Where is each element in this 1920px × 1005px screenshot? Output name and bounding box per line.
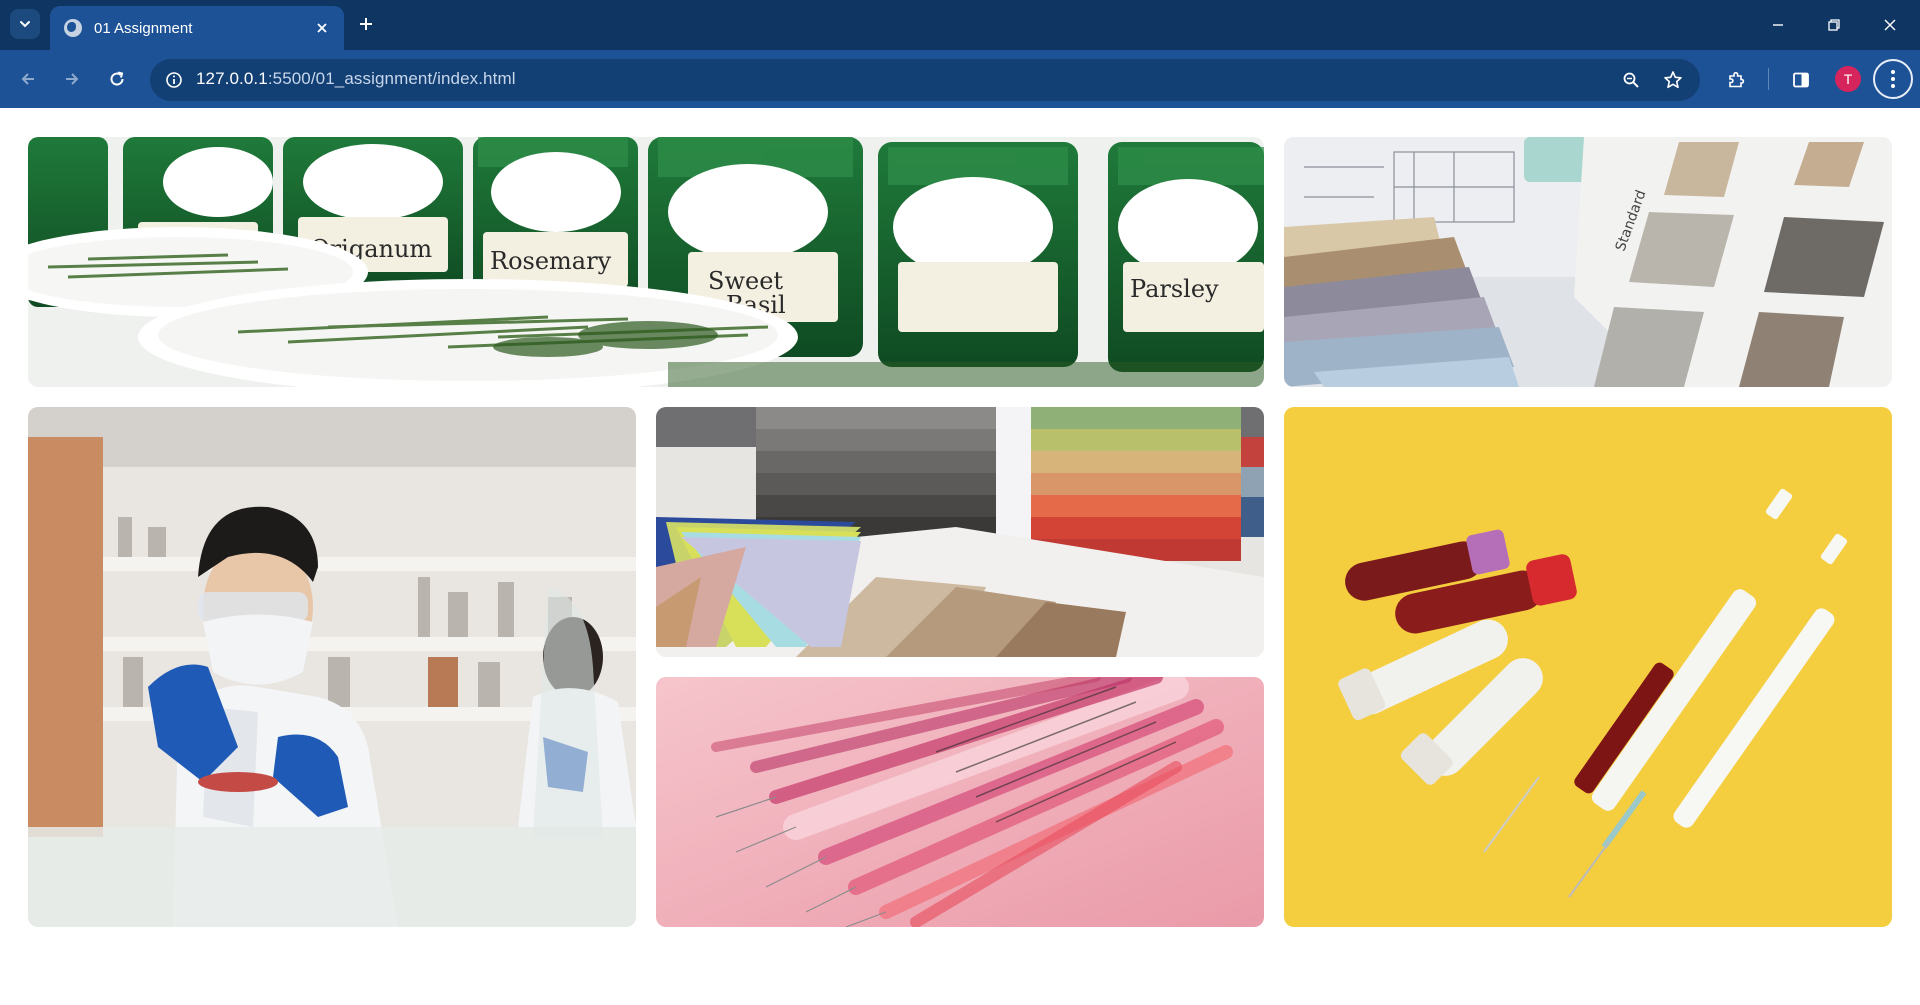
- svg-text:Parsley: Parsley: [1130, 275, 1219, 303]
- bookmark-button[interactable]: [1657, 64, 1689, 96]
- star-icon: [1664, 71, 1682, 89]
- spice-jars-photo: Sage Origanum Rosemary Sweet Basil Parsl…: [28, 137, 1264, 387]
- zoom-button[interactable]: [1615, 64, 1647, 96]
- site-info-button[interactable]: [160, 66, 188, 94]
- toolbar-divider: [1768, 68, 1769, 90]
- restore-button[interactable]: [1806, 0, 1862, 50]
- gallery-image-pink-syringes: [656, 677, 1264, 927]
- puzzle-icon: [1729, 71, 1745, 88]
- side-panel-button[interactable]: [1784, 63, 1818, 97]
- tab-close-button[interactable]: [310, 16, 334, 40]
- minimize-icon: [1773, 24, 1783, 26]
- tab-search-button[interactable]: [10, 9, 40, 39]
- tab-title: 01 Assignment: [94, 19, 193, 37]
- plus-icon: [360, 18, 372, 30]
- close-window-button[interactable]: [1862, 0, 1918, 50]
- browser-titlebar: 01 Assignment: [0, 0, 1920, 50]
- pink-syringes-photo: [656, 677, 1264, 927]
- arrow-left-icon: [21, 73, 34, 85]
- globe-icon: [64, 19, 82, 37]
- close-icon: [1884, 19, 1896, 31]
- material-samples-photo: Standard: [1284, 137, 1892, 387]
- arrow-right-icon: [66, 73, 79, 85]
- gallery-image-fabric-swatches: [656, 407, 1264, 657]
- url-path: :5500/01_assignment/index.html: [267, 69, 516, 88]
- new-tab-button[interactable]: [352, 10, 380, 38]
- extensions-button[interactable]: [1719, 63, 1753, 97]
- minimize-button[interactable]: [1750, 0, 1806, 50]
- profile-avatar[interactable]: T: [1835, 66, 1861, 92]
- gallery-image-blood-tubes: [1284, 407, 1892, 927]
- gallery-image-material-samples: Standard: [1284, 137, 1892, 387]
- laboratory-photo: [28, 407, 636, 927]
- reload-button[interactable]: [101, 63, 133, 95]
- blood-tubes-photo: [1284, 407, 1892, 927]
- side-panel-icon: [1793, 72, 1809, 88]
- forward-button[interactable]: [56, 63, 88, 95]
- image-gallery: Sage Origanum Rosemary Sweet Basil Parsl…: [28, 137, 1892, 927]
- tab-active[interactable]: 01 Assignment: [50, 6, 344, 50]
- gallery-image-spices: Sage Origanum Rosemary Sweet Basil Parsl…: [28, 137, 1264, 387]
- svg-text:Rosemary: Rosemary: [490, 247, 612, 275]
- reload-icon: [110, 71, 124, 86]
- zoom-icon: [1623, 72, 1639, 88]
- close-icon: [317, 23, 327, 33]
- info-icon: [166, 72, 182, 88]
- restore-icon: [1828, 19, 1840, 31]
- gallery-image-laboratory: [28, 407, 636, 927]
- browser-menu-button[interactable]: [1873, 59, 1913, 99]
- url-text[interactable]: 127.0.0.1:5500/01_assignment/index.html: [196, 69, 516, 89]
- back-button[interactable]: [12, 63, 44, 95]
- more-vertical-icon: [1891, 70, 1895, 88]
- chevron-down-icon: [20, 21, 30, 28]
- url-host: 127.0.0.1: [196, 69, 268, 88]
- fabric-swatches-photo: [656, 407, 1264, 657]
